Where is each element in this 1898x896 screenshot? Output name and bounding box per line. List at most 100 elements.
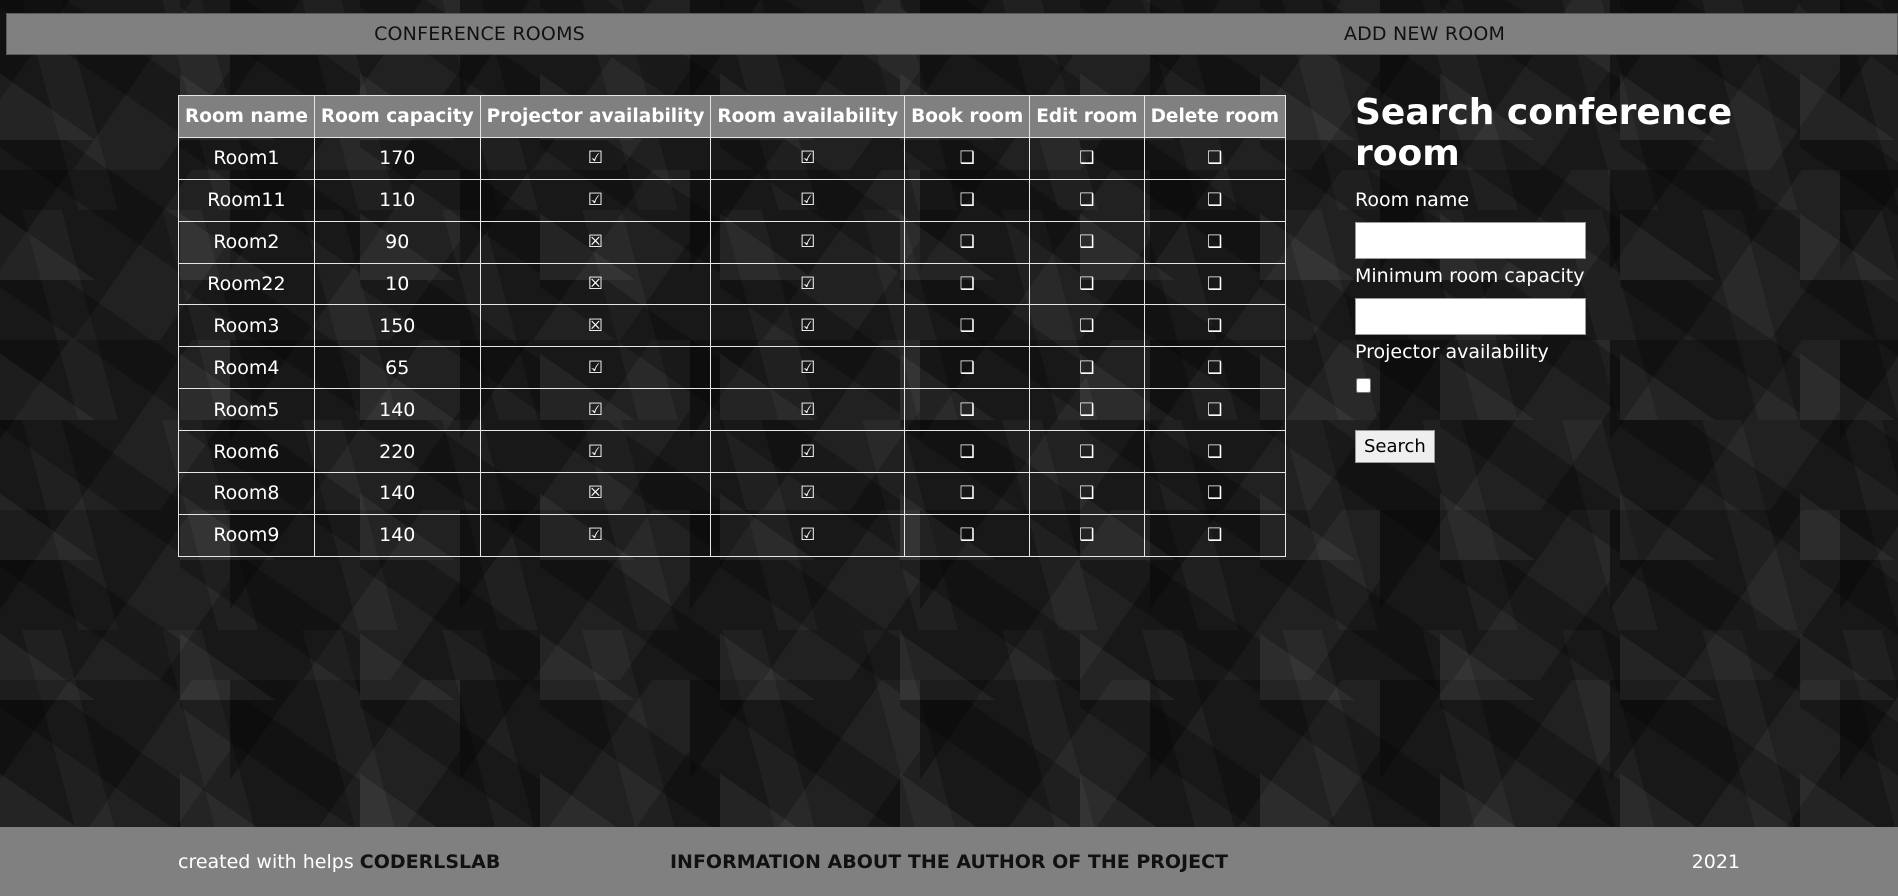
availability-status-icon: ☑ — [710, 220, 906, 264]
edit-room-button[interactable]: ❑ — [1029, 472, 1145, 515]
table-row: Room8 140 ☒ ☑ ❑ ❑ ❑ — [178, 472, 1287, 515]
footer: created with helps CODERLSLAB INFORMATIO… — [0, 827, 1898, 896]
delete-room-button[interactable]: ❑ — [1143, 178, 1287, 222]
projector-status-icon: ☑ — [479, 346, 712, 390]
availability-status-icon: ☑ — [710, 346, 906, 390]
room-capacity-cell: 90 — [313, 220, 481, 264]
table-row: Room1 170 ☑ ☑ ❑ ❑ ❑ — [178, 136, 1287, 180]
room-capacity-cell: 220 — [313, 430, 481, 474]
edit-room-button[interactable]: ❑ — [1029, 136, 1145, 180]
room-capacity-cell: 110 — [313, 178, 481, 222]
footer-author-info-link[interactable]: INFORMATION ABOUT THE AUTHOR OF THE PROJ… — [0, 851, 1898, 873]
table-row: Room11 110 ☑ ☑ ❑ ❑ ❑ — [178, 178, 1287, 222]
room-capacity-cell: 140 — [313, 472, 481, 515]
search-button[interactable]: Search — [1355, 429, 1435, 463]
room-name-cell: Room1 — [178, 136, 315, 180]
room-capacity-cell: 150 — [313, 304, 481, 348]
table-header-row: Room name Room capacity Projector availa… — [178, 95, 1287, 138]
projector-status-icon: ☒ — [479, 304, 712, 348]
book-room-button[interactable]: ❑ — [904, 262, 1031, 306]
room-name-cell: Room22 — [178, 262, 315, 306]
search-title: Search conference room — [1355, 92, 1733, 175]
book-room-button[interactable]: ❑ — [904, 346, 1031, 390]
book-room-button[interactable]: ❑ — [904, 472, 1031, 515]
book-room-button[interactable]: ❑ — [904, 304, 1031, 348]
availability-status-icon: ☑ — [710, 136, 906, 180]
table-row: Room2 90 ☒ ☑ ❑ ❑ ❑ — [178, 220, 1287, 264]
delete-room-button[interactable]: ❑ — [1143, 472, 1287, 515]
book-room-button[interactable]: ❑ — [904, 178, 1031, 222]
delete-room-button[interactable]: ❑ — [1143, 388, 1287, 432]
nav-conference-rooms-link[interactable]: CONFERENCE ROOMS — [7, 14, 952, 54]
edit-room-button[interactable]: ❑ — [1029, 346, 1145, 390]
table-row: Room22 10 ☒ ☑ ❑ ❑ ❑ — [178, 262, 1287, 306]
delete-room-button[interactable]: ❑ — [1143, 304, 1287, 348]
edit-room-button[interactable]: ❑ — [1029, 178, 1145, 222]
min-capacity-input[interactable] — [1355, 297, 1586, 335]
room-capacity-cell: 140 — [313, 388, 481, 432]
projector-status-icon: ☑ — [479, 513, 712, 557]
availability-status-icon: ☑ — [710, 304, 906, 348]
room-name-cell: Room2 — [178, 220, 315, 264]
projector-availability-label: Projector availability — [1355, 340, 1549, 363]
book-room-button[interactable]: ❑ — [904, 220, 1031, 264]
header-room-availability: Room availability — [710, 95, 906, 138]
room-capacity-cell: 65 — [313, 346, 481, 390]
header-room-name: Room name — [178, 95, 315, 138]
room-name-input[interactable] — [1355, 221, 1586, 259]
delete-room-button[interactable]: ❑ — [1143, 220, 1287, 264]
delete-room-button[interactable]: ❑ — [1143, 430, 1287, 474]
table-row: Room4 65 ☑ ☑ ❑ ❑ ❑ — [178, 346, 1287, 390]
edit-room-button[interactable]: ❑ — [1029, 388, 1145, 432]
nav-add-new-room-link[interactable]: ADD NEW ROOM — [952, 14, 1897, 54]
book-room-button[interactable]: ❑ — [904, 136, 1031, 180]
availability-status-icon: ☑ — [710, 472, 906, 515]
room-name-label: Room name — [1355, 188, 1470, 211]
delete-room-button[interactable]: ❑ — [1143, 513, 1287, 557]
header-delete-room: Delete room — [1143, 95, 1287, 138]
delete-room-button[interactable]: ❑ — [1143, 262, 1287, 306]
projector-status-icon: ☑ — [479, 178, 712, 222]
edit-room-button[interactable]: ❑ — [1029, 304, 1145, 348]
header-book-room: Book room — [904, 95, 1031, 138]
projector-status-icon: ☑ — [479, 430, 712, 474]
edit-room-button[interactable]: ❑ — [1029, 430, 1145, 474]
projector-status-icon: ☑ — [479, 136, 712, 180]
table-row: Room6 220 ☑ ☑ ❑ ❑ ❑ — [178, 430, 1287, 474]
table-row: Room9 140 ☑ ☑ ❑ ❑ ❑ — [178, 513, 1287, 557]
search-panel: Search conference room Room name Minimum… — [1355, 92, 1775, 463]
min-capacity-label: Minimum room capacity — [1355, 264, 1585, 287]
header-edit-room: Edit room — [1029, 95, 1145, 138]
delete-room-button[interactable]: ❑ — [1143, 136, 1287, 180]
room-capacity-cell: 10 — [313, 262, 481, 306]
book-room-button[interactable]: ❑ — [904, 388, 1031, 432]
edit-room-button[interactable]: ❑ — [1029, 262, 1145, 306]
projector-status-icon: ☒ — [479, 472, 712, 515]
room-name-cell: Room5 — [178, 388, 315, 432]
table-row: Room3 150 ☒ ☑ ❑ ❑ ❑ — [178, 304, 1287, 348]
edit-room-button[interactable]: ❑ — [1029, 220, 1145, 264]
top-navbar: CONFERENCE ROOMS ADD NEW ROOM — [6, 13, 1898, 55]
room-name-cell: Room11 — [178, 178, 315, 222]
rooms-table-body: Room1 170 ☑ ☑ ❑ ❑ ❑ Room11 110 ☑ ☑ ❑ ❑ ❑ Room2 90 ☒ ☑ ❑ ❑ ❑ R… — [178, 136, 1287, 557]
header-room-capacity: Room capacity — [313, 95, 481, 138]
room-name-cell: Room8 — [178, 472, 315, 515]
header-projector-availability: Projector availability — [479, 95, 712, 138]
availability-status-icon: ☑ — [710, 388, 906, 432]
delete-room-button[interactable]: ❑ — [1143, 346, 1287, 390]
projector-status-icon: ☑ — [479, 388, 712, 432]
projector-status-icon: ☒ — [479, 262, 712, 306]
footer-year: 2021 — [1691, 850, 1740, 873]
room-name-cell: Room4 — [178, 346, 315, 390]
room-name-cell: Room6 — [178, 430, 315, 474]
projector-availability-checkbox[interactable] — [1356, 377, 1371, 393]
availability-status-icon: ☑ — [710, 513, 906, 557]
availability-status-icon: ☑ — [710, 178, 906, 222]
table-row: Room5 140 ☑ ☑ ❑ ❑ ❑ — [178, 388, 1287, 432]
book-room-button[interactable]: ❑ — [904, 513, 1031, 557]
rooms-table: Room name Room capacity Projector availa… — [178, 95, 1287, 557]
room-capacity-cell: 140 — [313, 513, 481, 557]
edit-room-button[interactable]: ❑ — [1029, 513, 1145, 557]
book-room-button[interactable]: ❑ — [904, 430, 1031, 474]
room-capacity-cell: 170 — [313, 136, 481, 180]
